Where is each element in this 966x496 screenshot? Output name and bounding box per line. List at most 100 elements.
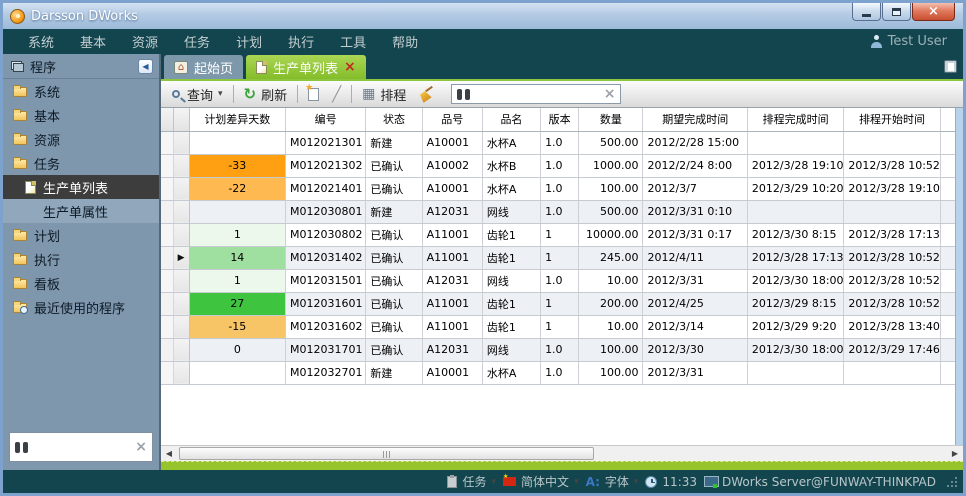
sidebar-item-计划[interactable]: 计划	[3, 223, 159, 247]
vertical-scrollbar[interactable]	[955, 108, 963, 445]
row-header-cell[interactable]	[173, 292, 189, 315]
code-cell: M012031402	[286, 246, 366, 269]
sidebar-item-资源[interactable]: 资源	[3, 127, 159, 151]
tab-生产单列表[interactable]: 生产单列表×	[246, 55, 366, 79]
folder-icon	[13, 279, 27, 289]
window-controls: ×	[852, 3, 955, 21]
column-header-状态[interactable]: 状态	[366, 108, 422, 131]
row-indicator-cell[interactable]	[161, 154, 173, 177]
column-header-数量[interactable]: 数量	[579, 108, 643, 131]
table-row[interactable]: -22M012021401已确认A10001水杯A1.0100.002012/3…	[161, 177, 955, 200]
query-button[interactable]: 查询 ▾	[169, 83, 226, 106]
item-no-cell: A10001	[422, 361, 482, 384]
row-header-cell[interactable]	[173, 154, 189, 177]
table-row[interactable]: -33M012021302已确认A10002水杯B1.01000.002012/…	[161, 154, 955, 177]
scroll-left-icon[interactable]: ◀	[161, 446, 177, 461]
sidebar-collapse-button[interactable]: ◀	[138, 59, 153, 74]
extra-cell	[940, 131, 955, 154]
toolbar-search-input[interactable]	[475, 87, 598, 101]
active-row-marker[interactable]: ▶	[173, 246, 189, 269]
column-header-计划差异天数[interactable]: 计划差异天数	[189, 108, 285, 131]
tab-list-button[interactable]	[944, 60, 957, 73]
resize-grip[interactable]	[947, 477, 957, 487]
row-header-cell[interactable]	[173, 177, 189, 200]
tab-起始页[interactable]: ⌂起始页	[164, 55, 243, 79]
row-indicator-cell[interactable]	[161, 200, 173, 223]
row-indicator-cell[interactable]	[161, 315, 173, 338]
table-row[interactable]: -15M012031602已确认A11001齿轮1110.002012/3/14…	[161, 315, 955, 338]
column-header-品号[interactable]: 品号	[422, 108, 482, 131]
clean-button[interactable]	[416, 84, 438, 104]
new-button[interactable]	[305, 86, 322, 103]
menu-item-基本[interactable]: 基本	[67, 29, 119, 54]
menu-item-资源[interactable]: 资源	[119, 29, 171, 54]
row-indicator-cell[interactable]	[161, 361, 173, 384]
row-header-cell[interactable]	[173, 200, 189, 223]
table-row[interactable]: M012032701新建A10001水杯A1.0100.002012/3/31	[161, 361, 955, 384]
table-row[interactable]: M012021301新建A10001水杯A1.0500.002012/2/28 …	[161, 131, 955, 154]
row-indicator-cell[interactable]	[161, 223, 173, 246]
maximize-button[interactable]	[882, 3, 911, 21]
table-row[interactable]: 27M012031601已确认A11001齿轮11200.002012/4/25…	[161, 292, 955, 315]
sidebar-item-任务[interactable]: 任务	[3, 151, 159, 175]
row-indicator-cell[interactable]	[161, 269, 173, 292]
menu-item-任务[interactable]: 任务	[171, 29, 223, 54]
title-bar[interactable]: Darsson DWorks	[3, 3, 963, 29]
sidebar-item-生产单属性[interactable]: 生产单属性	[3, 199, 159, 223]
menu-item-计划[interactable]: 计划	[223, 29, 275, 54]
column-header-期望完成时间[interactable]: 期望完成时间	[643, 108, 747, 131]
sidebar-item-基本[interactable]: 基本	[3, 103, 159, 127]
row-indicator-cell[interactable]	[161, 292, 173, 315]
font-menu[interactable]: A: 字体 ▾	[586, 473, 639, 490]
user-box[interactable]: Test User	[871, 34, 951, 49]
horizontal-scrollbar[interactable]: ◀ ▶	[161, 445, 963, 461]
close-button[interactable]: ×	[912, 3, 955, 21]
row-header-cell[interactable]	[173, 338, 189, 361]
sidebar-item-生产单列表[interactable]: 生产单列表	[3, 175, 159, 199]
minimize-button[interactable]	[852, 3, 881, 21]
row-indicator-cell[interactable]	[161, 177, 173, 200]
language-menu[interactable]: 简体中文 ▾	[503, 473, 579, 490]
version-cell: 1	[541, 315, 579, 338]
menu-item-工具[interactable]: 工具	[327, 29, 379, 54]
menu-item-系统[interactable]: 系统	[15, 29, 67, 54]
scroll-right-icon[interactable]: ▶	[947, 446, 963, 461]
table-row[interactable]: 1M012031501已确认A12031网线1.010.002012/3/312…	[161, 269, 955, 292]
sidebar-item-执行[interactable]: 执行	[3, 247, 159, 271]
column-header-编号[interactable]: 编号	[286, 108, 366, 131]
table-row[interactable]: 1M012030802已确认A11001齿轮1110000.002012/3/3…	[161, 223, 955, 246]
table-row[interactable]: M012030801新建A12031网线1.0500.002012/3/31 0…	[161, 200, 955, 223]
minimize-icon	[862, 14, 871, 17]
edit-button[interactable]: ╱	[329, 86, 344, 103]
row-header-cell[interactable]	[173, 315, 189, 338]
status-cell: 已确认	[366, 177, 422, 200]
table-row[interactable]: 0M012031701已确认A12031网线1.0100.002012/3/30…	[161, 338, 955, 361]
menu-item-执行[interactable]: 执行	[275, 29, 327, 54]
sidebar-search-input[interactable]	[33, 440, 130, 454]
row-indicator-cell[interactable]	[161, 338, 173, 361]
row-indicator-cell[interactable]	[161, 131, 173, 154]
toolbar-search-clear-icon[interactable]: ×	[604, 87, 616, 101]
sidebar-item-系统[interactable]: 系统	[3, 79, 159, 103]
folder-icon	[13, 87, 27, 97]
column-header-clipped[interactable]: 首	[940, 108, 955, 131]
schedule-button[interactable]: ▦ 排程	[359, 83, 409, 106]
tab-close-icon[interactable]: ×	[344, 60, 356, 74]
row-header-cell[interactable]	[173, 131, 189, 154]
row-header-cell[interactable]	[173, 223, 189, 246]
menu-item-帮助[interactable]: 帮助	[379, 29, 431, 54]
row-indicator-cell[interactable]	[161, 246, 173, 269]
column-header-排程完成时间[interactable]: 排程完成时间	[747, 108, 843, 131]
column-header-排程开始时间[interactable]: 排程开始时间	[844, 108, 940, 131]
row-header-cell[interactable]	[173, 361, 189, 384]
sidebar-item-最近使用的程序[interactable]: 最近使用的程序	[3, 295, 159, 319]
table-row[interactable]: ▶14M012031402已确认A11001齿轮11245.002012/4/1…	[161, 246, 955, 269]
column-header-品名[interactable]: 品名	[482, 108, 540, 131]
task-menu[interactable]: 任务 ▾	[447, 473, 496, 490]
scrollbar-thumb[interactable]	[179, 447, 594, 460]
row-header-cell[interactable]	[173, 269, 189, 292]
sidebar-search-clear-icon[interactable]: ×	[135, 440, 147, 454]
column-header-版本[interactable]: 版本	[541, 108, 579, 131]
refresh-button[interactable]: ↻ 刷新	[241, 83, 291, 106]
sidebar-item-看板[interactable]: 看板	[3, 271, 159, 295]
